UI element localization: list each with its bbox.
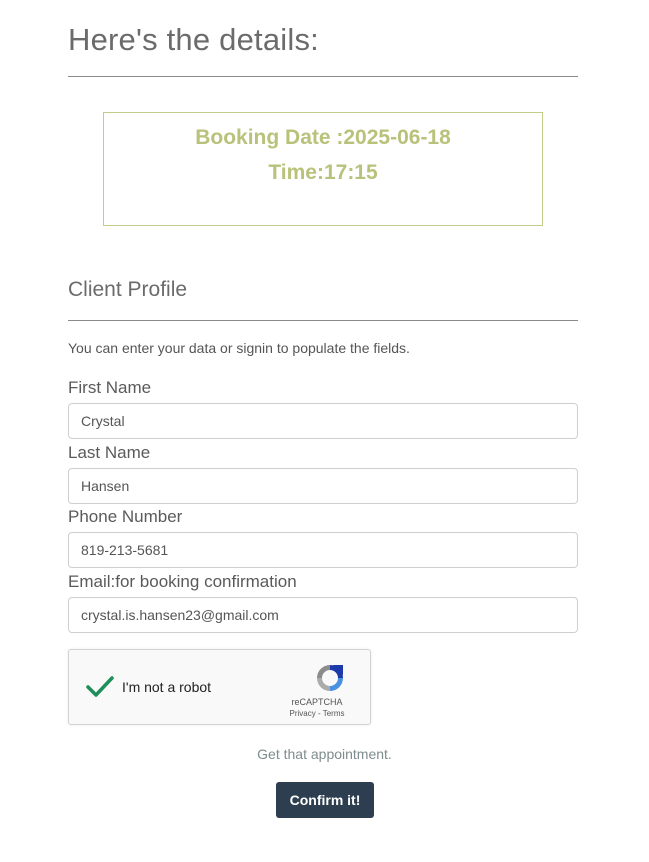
first-name-label: First Name xyxy=(68,378,152,397)
phone-label: Phone Number xyxy=(68,507,183,526)
booking-summary: Booking Date :2025-06-18 Time:17:15 xyxy=(103,112,543,226)
cta-text: Get that appointment. xyxy=(257,746,392,762)
email-label: Email:for booking confirmation xyxy=(68,572,297,591)
booking-date: Booking Date :2025-06-18 xyxy=(195,126,451,149)
title-divider xyxy=(68,76,578,77)
captcha-privacy-terms[interactable]: Privacy - Terms xyxy=(277,709,357,718)
helper-text: You can enter your data or signin to pop… xyxy=(68,340,410,356)
page-title: Here's the details: xyxy=(68,22,319,57)
booking-time: Time:17:15 xyxy=(268,161,378,184)
phone-input[interactable] xyxy=(68,532,578,568)
captcha-brand: reCAPTCHA xyxy=(291,697,343,707)
first-name-input[interactable] xyxy=(68,403,578,439)
last-name-input[interactable] xyxy=(68,468,578,504)
section-title: Client Profile xyxy=(68,278,188,301)
email-input[interactable] xyxy=(68,597,578,633)
section-divider xyxy=(68,320,578,321)
recaptcha-logo-icon xyxy=(313,661,347,695)
checkmark-icon[interactable] xyxy=(85,672,115,702)
captcha-label: I'm not a robot xyxy=(122,679,212,695)
recaptcha-widget: I'm not a robot reCAPTCHA Privacy - Term… xyxy=(68,649,371,725)
last-name-label: Last Name xyxy=(68,443,151,462)
confirm-button[interactable]: Confirm it! xyxy=(276,782,374,818)
